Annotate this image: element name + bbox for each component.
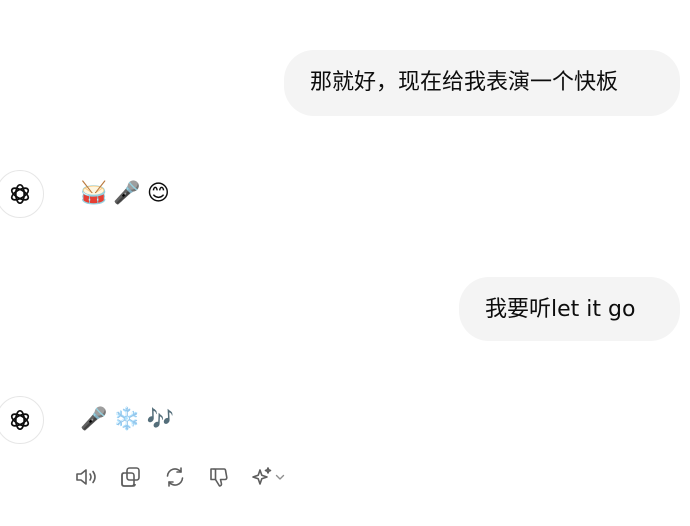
assistant-message: 🎤 ❄️ 🎶 xyxy=(80,407,174,433)
user-message-text: 那就好，现在给我表演一个快板 xyxy=(310,70,619,95)
music-notes-emoji: 🎶 xyxy=(146,407,175,432)
switch-model-button[interactable] xyxy=(248,462,288,492)
chatgpt-logo-icon xyxy=(10,183,30,205)
assistant-avatar xyxy=(0,396,44,444)
smile-emoji: 😊 xyxy=(146,181,170,206)
sparkle-icon xyxy=(252,467,272,485)
assistant-message: 🥁 🎤 😊 xyxy=(80,181,170,207)
microphone-emoji: 🎤 xyxy=(80,407,108,432)
regenerate-icon xyxy=(166,467,184,487)
copy-icon xyxy=(121,467,140,487)
thumbs-down-icon xyxy=(210,468,228,487)
microphone-emoji: 🎤 xyxy=(113,181,141,206)
chatgpt-logo-icon xyxy=(10,409,30,431)
user-message-text: 我要听let it go xyxy=(485,297,636,322)
copy-button[interactable] xyxy=(116,462,146,492)
regenerate-button[interactable] xyxy=(160,462,190,492)
read-aloud-button[interactable] xyxy=(72,462,102,492)
bad-response-button[interactable] xyxy=(204,462,234,492)
chevron-down-icon xyxy=(275,474,285,480)
assistant-avatar xyxy=(0,170,44,218)
user-message-bubble: 那就好，现在给我表演一个快板 xyxy=(284,50,680,116)
drum-emoji: 🥁 xyxy=(80,181,108,206)
chat-page: 那就好，现在给我表演一个快板 🥁 🎤 😊 我要听let it go 🎤 ❄️ 🎶 xyxy=(0,0,690,526)
snowflake-emoji: ❄️ xyxy=(113,407,141,432)
speaker-icon xyxy=(76,469,96,485)
user-message-bubble: 我要听let it go xyxy=(459,277,680,341)
message-actions-toolbar xyxy=(72,462,288,492)
